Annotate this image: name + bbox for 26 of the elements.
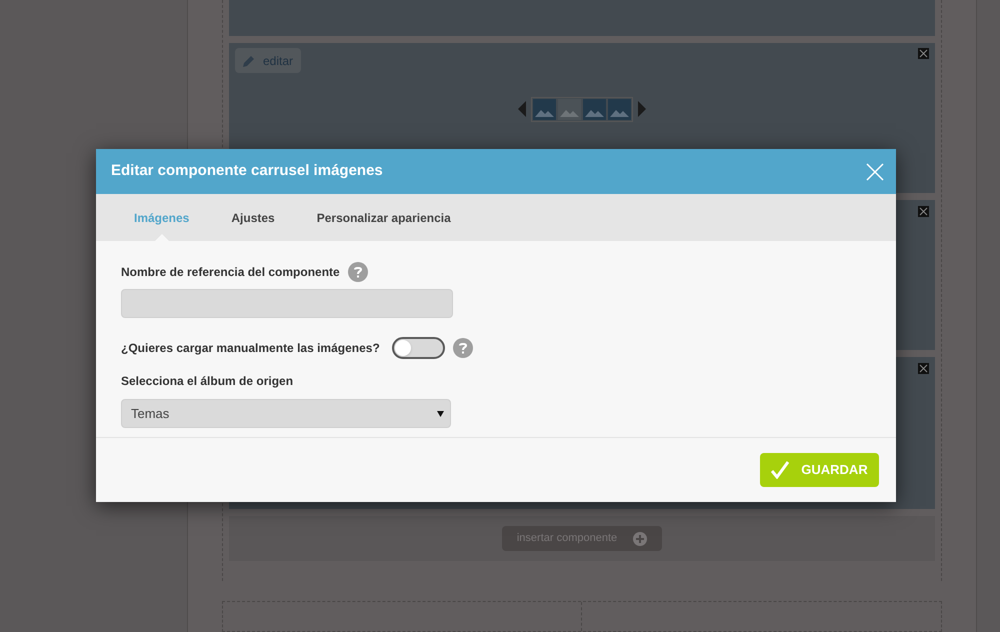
toggle-switch[interactable] bbox=[392, 337, 445, 359]
close-icon[interactable] bbox=[918, 363, 929, 374]
help-icon[interactable] bbox=[348, 262, 368, 282]
next-arrow-icon[interactable] bbox=[638, 101, 646, 117]
album-select[interactable]: Temas bbox=[121, 399, 451, 428]
reference-name-field[interactable] bbox=[121, 289, 453, 318]
image-thumbnail[interactable] bbox=[608, 98, 631, 120]
tab[interactable]: Personalizar apariencia bbox=[296, 194, 471, 241]
tab[interactable]: Ajustes bbox=[211, 194, 295, 241]
image-thumbnail[interactable] bbox=[558, 98, 581, 120]
image-thumbnail[interactable] bbox=[533, 98, 556, 120]
close-icon[interactable] bbox=[918, 48, 929, 59]
field-label: Nombre de referencia del componente bbox=[121, 264, 340, 281]
checkmark-icon bbox=[771, 461, 790, 479]
image-thumbnail[interactable] bbox=[583, 98, 606, 120]
dropdown-arrow-icon bbox=[437, 410, 444, 416]
dialog-title: Editar componente carrusel imágenes bbox=[111, 161, 383, 182]
save-button[interactable]: GUARDAR bbox=[760, 453, 879, 487]
help-icon[interactable] bbox=[452, 338, 473, 358]
field-label: ¿Quieres cargar manualmente las imágenes? bbox=[121, 340, 380, 357]
plus-icon bbox=[633, 532, 648, 546]
previous-arrow-icon[interactable] bbox=[518, 101, 526, 117]
close-icon[interactable] bbox=[918, 206, 929, 217]
pencil-icon bbox=[243, 54, 255, 66]
tab[interactable]: Imágenes bbox=[114, 194, 210, 241]
field-label: Selecciona el álbum de origen bbox=[121, 373, 294, 390]
